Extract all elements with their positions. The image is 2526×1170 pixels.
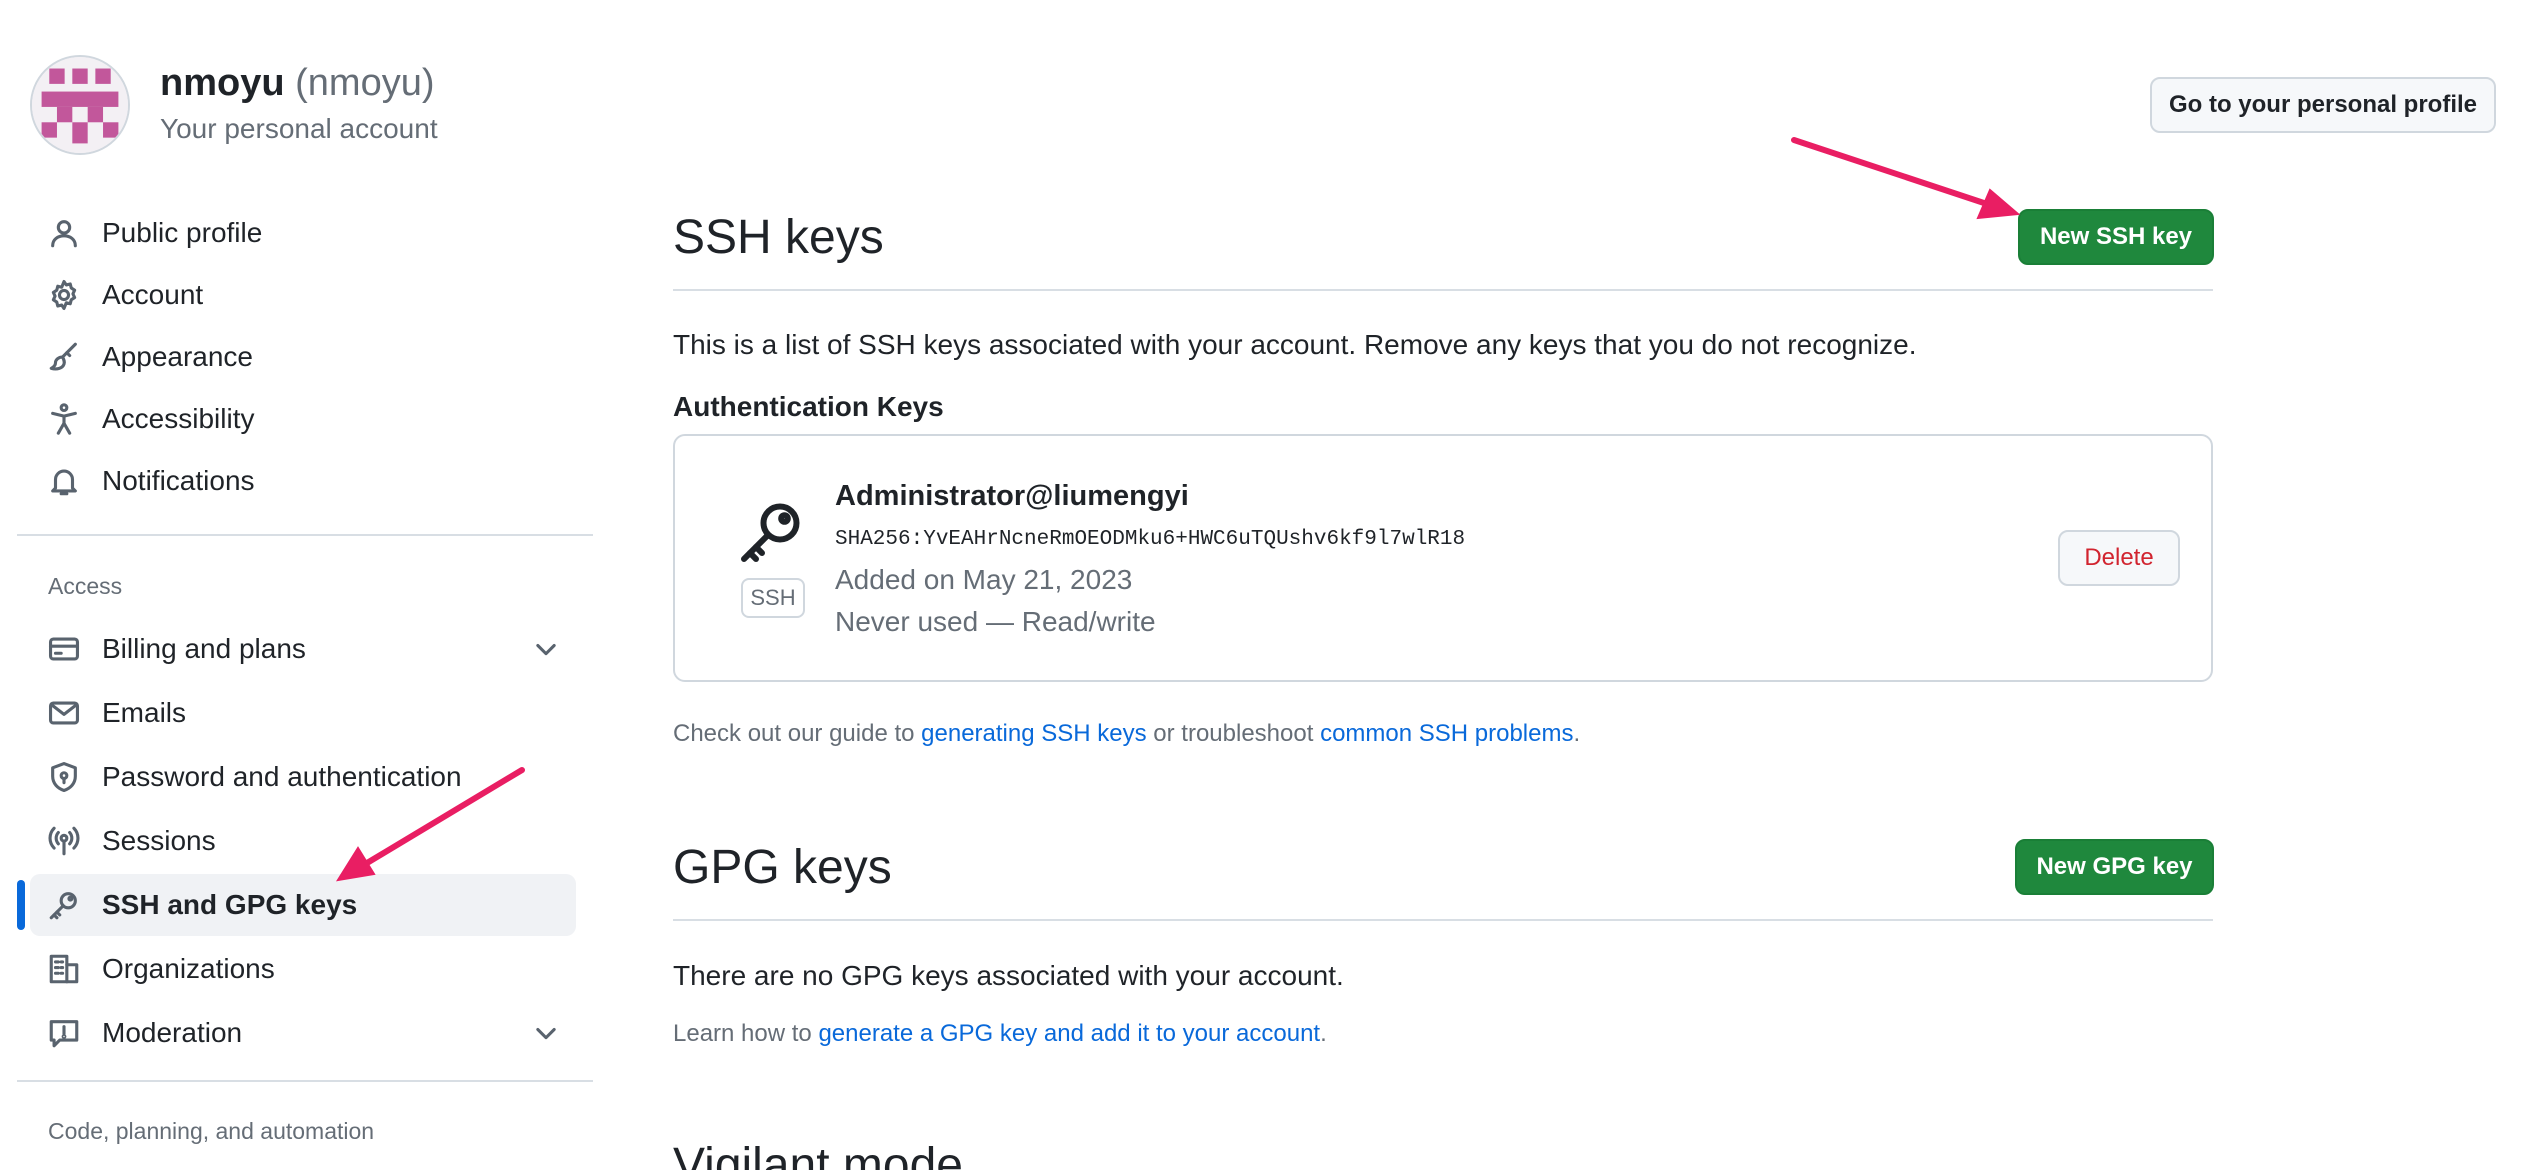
sidebar-item-label: Account <box>102 279 204 310</box>
new-gpg-key-button[interactable]: New GPG key <box>2015 839 2214 895</box>
authentication-keys-heading: Authentication Keys <box>673 391 944 422</box>
guide-middle: or troubleshoot <box>1146 720 1321 747</box>
credit-card-icon <box>44 629 84 669</box>
learn-prefix: Learn how to <box>673 1020 819 1047</box>
sidebar-item-label: Emails <box>102 697 187 728</box>
active-indicator <box>17 880 25 930</box>
sidebar-item-label: Organizations <box>102 953 275 984</box>
sidebar-item-billing[interactable]: Billing and plans <box>30 618 576 680</box>
sidebar-item-appearance[interactable]: Appearance <box>30 326 576 388</box>
go-to-profile-button[interactable]: Go to your personal profile <box>2150 77 2496 133</box>
sidebar-item-label: Appearance <box>102 341 254 372</box>
sidebar-item-emails[interactable]: Emails <box>30 682 576 744</box>
identicon-image <box>32 57 128 153</box>
key-icon <box>735 496 807 568</box>
sidebar-item-ssh-gpg-keys[interactable]: SSH and GPG keys <box>30 874 576 936</box>
account-display-name: nmoyu <box>160 62 285 104</box>
sidebar-item-label: Public profile <box>102 217 263 248</box>
account-subtitle: Your personal account <box>160 113 438 144</box>
ssh-badge: SSH <box>741 578 805 618</box>
new-ssh-key-button[interactable]: New SSH key <box>2018 209 2214 265</box>
sidebar-item-sessions[interactable]: Sessions <box>30 810 576 872</box>
section-divider <box>673 919 2213 921</box>
sidebar-divider <box>17 1080 593 1082</box>
arrow-line-to-new-ssh-key <box>1791 137 1993 208</box>
sidebar-item-organizations[interactable]: Organizations <box>30 938 576 1000</box>
account-login: (nmoyu) <box>295 62 435 104</box>
common-ssh-problems-link[interactable]: common SSH problems <box>1320 720 1573 747</box>
ssh-key-added-date: Added on May 21, 2023 <box>835 564 1133 595</box>
ssh-description: This is a list of SSH keys associated wi… <box>673 329 1917 360</box>
sidebar-heading-code: Code, planning, and automation <box>48 1118 375 1144</box>
organization-icon <box>44 949 84 989</box>
person-icon <box>44 213 84 253</box>
sidebar-item-label: Password and authentication <box>102 761 462 792</box>
sidebar-item-password-authentication[interactable]: Password and authentication <box>30 746 576 808</box>
chevron-down-icon[interactable] <box>532 1019 560 1047</box>
ssh-guide-text: Check out our guide to generating SSH ke… <box>673 720 1580 748</box>
bell-icon <box>44 461 84 501</box>
paintbrush-icon <box>44 337 84 377</box>
guide-suffix: . <box>1573 720 1581 747</box>
account-name[interactable]: nmoyu (nmoyu) <box>160 62 435 105</box>
guide-prefix: Check out our guide to <box>673 720 922 747</box>
generate-gpg-key-link[interactable]: generate a GPG key and add it to your ac… <box>818 1020 1320 1047</box>
generating-ssh-keys-link[interactable]: generating SSH keys <box>921 720 1146 747</box>
learn-suffix: . <box>1320 1020 1327 1047</box>
sidebar-item-notifications[interactable]: Notifications <box>30 450 576 512</box>
key-icon <box>44 885 84 925</box>
gpg-learn-text: Learn how to generate a GPG key and add … <box>673 1020 1327 1048</box>
ssh-keys-title: SSH keys <box>673 211 884 264</box>
sidebar-heading-access: Access <box>48 573 123 599</box>
sidebar-item-public-profile[interactable]: Public profile <box>30 202 576 264</box>
gpg-keys-title: GPG keys <box>673 841 892 894</box>
sidebar-item-label: Notifications <box>102 465 255 496</box>
report-icon <box>44 1013 84 1053</box>
sidebar-item-accessibility[interactable]: Accessibility <box>30 388 576 450</box>
section-divider <box>673 289 2213 291</box>
ssh-key-fingerprint: SHA256:YvEAHrNcneRmOEODMku6+HWC6uTQUshv6… <box>835 528 1466 551</box>
ssh-key-usage: Never used — Read/write <box>835 606 1156 637</box>
sidebar-divider <box>17 534 593 536</box>
arrow-head-to-new-ssh-key <box>1976 188 2021 220</box>
sidebar-item-label: Accessibility <box>102 403 255 434</box>
sidebar-item-label: Moderation <box>102 1017 243 1048</box>
gpg-empty-text: There are no GPG keys associated with yo… <box>673 960 1344 991</box>
avatar[interactable] <box>30 55 130 155</box>
sidebar-item-label: SSH and GPG keys <box>102 889 358 920</box>
delete-key-button[interactable]: Delete <box>2058 530 2180 586</box>
mail-icon <box>44 693 84 733</box>
broadcast-icon <box>44 821 84 861</box>
accessibility-icon <box>44 399 84 439</box>
vigilant-mode-title: Vigilant mode <box>673 1139 963 1170</box>
sidebar-item-label: Billing and plans <box>102 633 306 664</box>
ssh-key-item: SSH Administrator@liumengyi SHA256:YvEAH… <box>673 434 2213 682</box>
sidebar-item-account[interactable]: Account <box>30 264 576 326</box>
ssh-key-title: Administrator@liumengyi <box>835 480 1189 512</box>
sidebar-item-label: Sessions <box>102 825 216 856</box>
sidebar-item-moderation[interactable]: Moderation <box>30 1002 576 1064</box>
gear-icon <box>44 275 84 315</box>
chevron-down-icon[interactable] <box>532 635 560 663</box>
shield-lock-icon <box>44 757 84 797</box>
